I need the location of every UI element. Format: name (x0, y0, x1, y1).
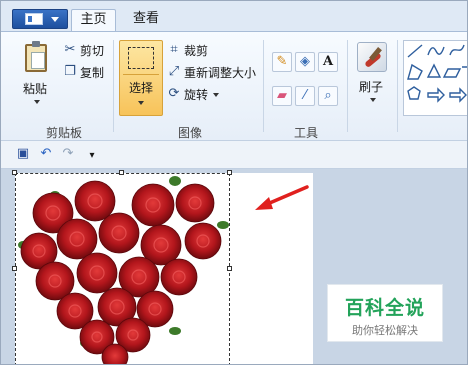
resize-handle[interactable] (227, 170, 232, 175)
selection-rectangle[interactable] (15, 173, 230, 364)
eraser-icon[interactable]: ▰ (272, 86, 292, 106)
button-divider (123, 74, 159, 75)
chevron-down-icon (51, 17, 59, 22)
group-divider (113, 40, 114, 132)
image-group-label: 图像 (177, 126, 202, 140)
brush-icon[interactable] (357, 42, 387, 72)
resize-button[interactable]: 重新调整大小 (184, 64, 256, 81)
brushes-button[interactable]: 刷子 (359, 78, 383, 95)
watermark-title: 百科全说 (344, 297, 425, 319)
scissors-icon[interactable]: ✂ (63, 43, 77, 57)
resize-handle[interactable] (12, 266, 17, 271)
paste-icon[interactable] (25, 41, 47, 72)
select-button[interactable]: 选择 (119, 40, 163, 116)
brushes-chevron-icon[interactable] (370, 98, 376, 102)
tools-group-label: 工具 (293, 126, 318, 140)
ribbon-tab-strip: 主页 查看 (1, 1, 467, 31)
clipboard-group-label: 剪贴板 (45, 126, 82, 140)
paint-menu-button[interactable] (12, 9, 68, 29)
pencil-icon[interactable]: ✎ (272, 52, 292, 72)
copy-button[interactable]: 复制 (80, 64, 104, 81)
save-icon[interactable]: ▣ (16, 147, 30, 161)
crop-button[interactable]: 裁剪 (184, 42, 208, 59)
redo-icon[interactable]: ↷ (61, 147, 75, 161)
crop-icon[interactable]: ⌗ (167, 43, 181, 57)
document-icon (25, 13, 43, 25)
shapes-gallery[interactable] (403, 40, 467, 116)
paste-chevron-icon[interactable] (34, 100, 40, 104)
selection-marquee-icon (128, 47, 154, 69)
customize-toolbar-icon[interactable]: ▾ (85, 149, 99, 163)
group-divider (347, 40, 348, 132)
rotate-chevron-icon[interactable] (213, 93, 219, 97)
paste-button-label[interactable]: 粘贴 (23, 80, 47, 97)
ribbon: 粘贴 ✂ 剪切 ❐ 复制 剪贴板 选择 ⌗ 裁剪 ⤢ 重新调整大小 ⟳ 旋转 图… (1, 31, 467, 141)
rotate-button[interactable]: 旋转 (184, 86, 208, 103)
tab-view[interactable]: 查看 (123, 9, 169, 31)
magnifier-icon[interactable]: ⌕ (318, 86, 338, 106)
fill-bucket-icon[interactable]: ◈ (295, 52, 315, 72)
paint-window: 主页 查看 粘贴 ✂ 剪切 ❐ 复制 剪贴板 选择 ⌗ 裁剪 ⤢ 重新调整大小 … (0, 0, 468, 365)
text-tool-icon[interactable]: A (318, 52, 338, 72)
copy-icon[interactable]: ❐ (63, 65, 77, 79)
rotate-icon[interactable]: ⟳ (167, 87, 181, 101)
select-button-label: 选择 (128, 81, 153, 95)
resize-handle[interactable] (12, 170, 17, 175)
annotation-arrow (255, 185, 309, 210)
select-chevron-icon[interactable] (138, 101, 144, 105)
resize-icon[interactable]: ⤢ (167, 65, 181, 79)
group-divider (397, 40, 398, 132)
tab-home[interactable]: 主页 (71, 9, 116, 31)
resize-handle[interactable] (119, 170, 124, 175)
resize-handle[interactable] (227, 266, 232, 271)
watermark-subtitle: 助你轻松解决 (352, 324, 418, 337)
group-divider (263, 40, 264, 132)
color-picker-icon[interactable]: ⁄ (295, 86, 315, 106)
quick-access-toolbar: ▣ ↶ ↷ ▾ (1, 141, 467, 169)
shapes-icon (407, 44, 467, 103)
watermark: 百科全说 助你轻松解决 (327, 284, 443, 342)
undo-icon[interactable]: ↶ (39, 147, 53, 161)
canvas-workspace: 百科全说 助你轻松解决 (1, 169, 467, 364)
cut-button[interactable]: 剪切 (80, 42, 104, 59)
